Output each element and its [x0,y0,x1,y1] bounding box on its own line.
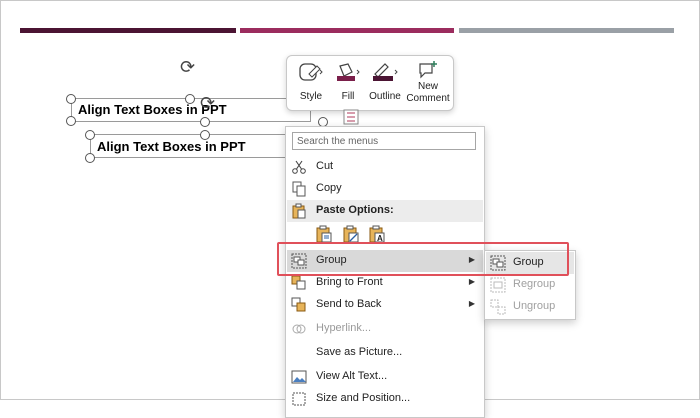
menu-item-label: Hyperlink... [316,322,372,334]
copy-icon [292,181,306,197]
fill-button[interactable]: Fill [331,56,365,110]
size-position-icon [292,392,306,406]
regroup-icon [490,277,506,293]
menu-item-label: Cut [316,160,334,172]
new-comment-label-2: Comment [406,93,450,104]
resize-handle[interactable] [185,94,195,104]
outline-pen-icon [373,63,398,81]
resize-handle[interactable] [66,94,76,104]
menu-item-cut[interactable]: Cut [287,156,483,178]
resize-handle[interactable] [85,153,95,163]
menu-item-label: Save as Picture... [316,346,403,358]
mini-toolbar: Style Fill Outline New Comment [286,55,454,111]
submenu-item-label: Ungroup [513,300,556,312]
menu-item-send-to-back[interactable]: Send to Back ▶ [287,294,483,316]
menu-item-hyperlink[interactable]: Hyperlink... [287,318,483,340]
shape-style-icon [299,63,323,81]
scissors-icon [292,160,306,174]
menu-item-size-and-position[interactable]: Size and Position... [287,388,483,410]
send-back-icon [291,297,306,312]
paste-use-destination-icon[interactable] [342,225,360,243]
menu-search-input[interactable]: Search the menus [292,132,476,150]
menu-item-save-as-picture[interactable]: Save as Picture... [287,342,483,364]
menu-item-label: Copy [316,182,342,194]
paste-keep-text-only-icon[interactable]: A [368,225,386,243]
accent-bar-dark [20,28,236,33]
menu-item-copy[interactable]: Copy [287,178,483,200]
text-box-front-label: Align Text Boxes in PPT [97,139,246,154]
resize-handle[interactable] [200,117,210,127]
menu-item-label: View Alt Text... [316,370,388,382]
layout-options-icon[interactable] [342,108,360,126]
outline-button[interactable]: Outline [367,56,403,110]
new-comment-button[interactable]: New Comment [405,56,451,110]
style-button[interactable]: Style [293,56,329,110]
alt-text-icon [291,370,307,384]
outline-label: Outline [369,91,401,102]
hyperlink-icon [292,324,306,334]
resize-handle[interactable] [66,116,76,126]
menu-item-label: Paste Options: [316,204,394,216]
highlight-annotation-box [277,242,569,276]
ungroup-icon [490,299,506,315]
fill-label: Fill [341,91,355,102]
menu-item-label: Bring to Front [316,276,383,288]
paste-keep-source-icon[interactable] [315,225,333,243]
style-label: Style [299,91,323,102]
accent-bar-gray [459,28,674,33]
submenu-item-label: Regroup [513,278,556,290]
submenu-item-regroup[interactable]: Regroup [486,274,574,296]
resize-handle[interactable] [200,130,210,140]
menu-item-label: Send to Back [316,298,382,310]
submenu-arrow-icon: ▶ [468,299,475,308]
menu-item-view-alt-text[interactable]: View Alt Text... [287,366,483,388]
paint-bucket-icon [337,63,360,81]
submenu-item-ungroup[interactable]: Ungroup [486,296,574,318]
new-comment-icon [419,61,437,79]
resize-handle[interactable] [85,130,95,140]
accent-bar-magenta [240,28,454,33]
rotate-handle-icon[interactable]: ⟳ [200,94,215,112]
menu-item-paste-options: Paste Options: [287,200,483,222]
bring-front-icon [291,275,306,290]
new-comment-label-1: New [417,81,438,92]
menu-item-label: Size and Position... [316,392,411,404]
submenu-arrow-icon: ▶ [468,277,475,286]
paste-icon [292,203,306,219]
rotate-handle-icon[interactable]: ⟳ [180,58,195,76]
